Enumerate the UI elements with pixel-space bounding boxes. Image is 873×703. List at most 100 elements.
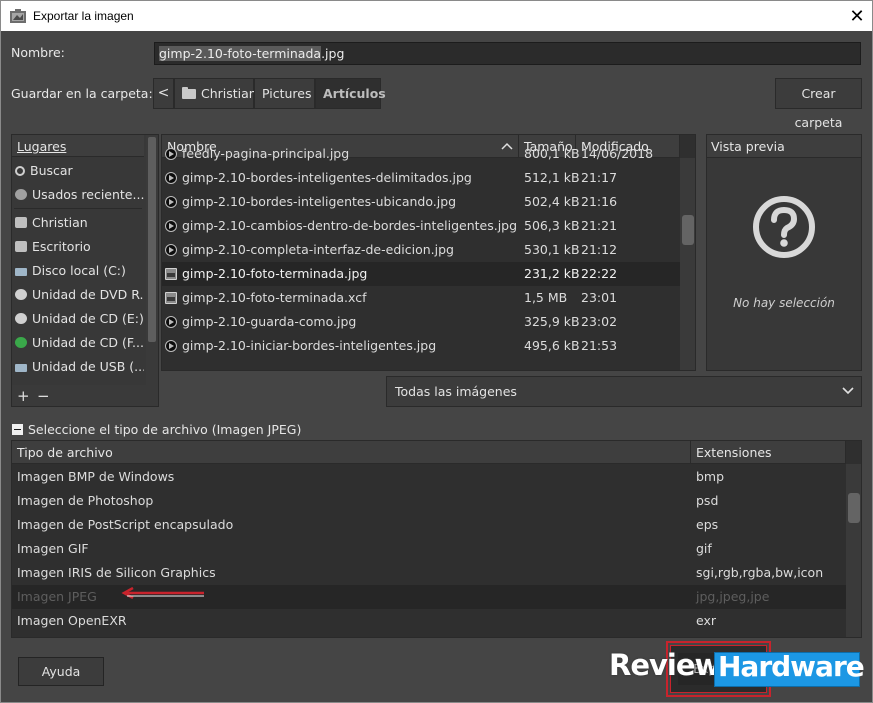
file-list: Nombre Tamaño Modificado feedly-pagina-p…	[161, 134, 696, 371]
file-type-row[interactable]: Imagen IRIS de Silicon Graphics sgi,rgb,r…	[12, 561, 846, 585]
file-type-extensions: bmp	[696, 469, 725, 484]
chevron-left-icon: <	[157, 85, 170, 101]
file-type-expander-label: Seleccione el tipo de archivo (Imagen JP…	[28, 422, 302, 437]
filename-extension: .jpg	[321, 46, 345, 61]
file-row[interactable]: gimp-2.10-completa-interfaz-de-edicion.j…	[162, 238, 680, 262]
file-row[interactable]: feedly-pagina-principal.jpg 800,1 kB 14/06…	[162, 142, 680, 166]
types-scrollbar-thumb[interactable]	[848, 493, 860, 523]
files-scrollbar[interactable]	[680, 158, 695, 370]
places-scrollbar-thumb[interactable]	[148, 137, 156, 342]
disc-icon	[15, 289, 27, 300]
path-crumb-articulos[interactable]: Artículos	[315, 78, 386, 109]
image-file-icon	[165, 196, 177, 208]
file-type-extensions: psd	[696, 493, 719, 508]
question-icon	[753, 196, 815, 258]
column-header-label: Extensiones	[696, 445, 772, 460]
folder-label: Guardar en la carpeta:	[11, 86, 153, 101]
hard-drive-icon	[15, 268, 27, 276]
places-footer	[12, 385, 158, 406]
place-search[interactable]: Buscar	[12, 158, 144, 182]
window-title: Exportar la imagen	[33, 9, 134, 23]
file-type-extensions: eps	[696, 517, 719, 532]
file-size: 502,4 kB	[524, 194, 580, 209]
column-header-label: Tipo de archivo	[17, 445, 113, 460]
places-header[interactable]: Lugares	[12, 135, 144, 157]
image-file-icon	[165, 148, 177, 160]
image-file-icon	[165, 340, 177, 352]
place-disk-c[interactable]: Disco local (C:)	[12, 258, 144, 282]
gimp-image-icon	[165, 268, 177, 280]
file-type-name: Imagen GIF	[17, 541, 89, 556]
column-header-extensions[interactable]: Extensiones	[691, 441, 846, 464]
path-crumb-christian[interactable]: Christian	[174, 78, 257, 109]
path-crumb-label: Christian	[201, 86, 257, 101]
file-size: 800,1 kB	[524, 146, 580, 161]
file-type-name: Imagen OpenEXR	[17, 613, 127, 628]
place-label: Buscar	[30, 163, 73, 178]
add-bookmark-icon[interactable]: +	[17, 387, 30, 405]
places-panel: Lugares Buscar Usados reciente... Christ…	[11, 134, 159, 407]
create-folder-button[interactable]: Crear carpeta	[775, 78, 862, 130]
file-type-row[interactable]: Imagen de PostScript encapsulado eps	[12, 513, 846, 537]
file-type-name: Imagen JPEG	[17, 589, 97, 604]
place-cd-e[interactable]: Unidad de CD (E:)	[12, 306, 144, 330]
file-size: 530,1 kB	[524, 242, 580, 257]
gimp-image-icon	[165, 292, 177, 304]
files-scrollbar-thumb[interactable]	[682, 215, 694, 245]
place-label: Unidad de USB (...	[32, 359, 144, 374]
place-desktop[interactable]: Escritorio	[12, 234, 144, 258]
file-type-row[interactable]: Imagen OpenEXR exr	[12, 609, 846, 633]
file-type-row[interactable]: Imagen de Photoshop psd	[12, 489, 846, 513]
file-row[interactable]: gimp-2.10-foto-terminada.xcf 1,5 MB 23:01	[162, 286, 680, 310]
file-row[interactable]: gimp-2.10-cambios-dentro-de-bordes-intel…	[162, 214, 680, 238]
file-modified: 21:21	[581, 218, 618, 233]
file-type-row[interactable]: Imagen BMP de Windows bmp	[12, 465, 846, 489]
place-christian[interactable]: Christian	[12, 210, 144, 234]
file-size: 325,9 kB	[524, 314, 580, 329]
file-modified: 22:22	[581, 266, 618, 281]
file-size: 512,1 kB	[524, 170, 580, 185]
place-dvd[interactable]: Unidad de DVD R...	[12, 282, 144, 306]
types-scrollbar[interactable]	[846, 464, 861, 637]
file-row[interactable]: gimp-2.10-iniciar-bordes-inteligentes.jp…	[162, 334, 680, 358]
help-button[interactable]: Ayuda	[18, 657, 104, 686]
file-name: gimp-2.10-completa-interfaz-de-edicion.j…	[182, 242, 454, 257]
file-size: 1,5 MB	[524, 290, 568, 305]
close-icon[interactable]: ✕	[841, 3, 873, 30]
place-label: Disco local (C:)	[32, 263, 126, 278]
remove-bookmark-icon[interactable]: −	[37, 387, 50, 405]
file-type-expander[interactable]: Seleccione el tipo de archivo (Imagen JP…	[12, 422, 301, 437]
file-modified: 21:12	[581, 242, 618, 257]
watermark-hardware: Hardware	[718, 650, 865, 683]
folder-icon	[182, 87, 196, 99]
column-header-file-type[interactable]: Tipo de archivo	[12, 441, 691, 464]
file-row[interactable]: gimp-2.10-bordes-inteligentes-delimitado…	[162, 166, 680, 190]
place-recent[interactable]: Usados reciente...	[12, 182, 144, 206]
file-type-extensions: gif	[696, 541, 712, 556]
file-name: gimp-2.10-iniciar-bordes-inteligentes.jp…	[182, 338, 437, 353]
preview-panel: Vista previa No hay selección	[706, 134, 862, 371]
file-filter-dropdown[interactable]: Todas las imágenes	[386, 376, 862, 407]
file-name: gimp-2.10-bordes-inteligentes-delimitado…	[182, 170, 472, 185]
place-usb[interactable]: Unidad de USB (...	[12, 354, 144, 378]
clock-icon	[15, 189, 27, 200]
path-back-button[interactable]: <	[153, 78, 174, 109]
file-row[interactable]: gimp-2.10-foto-terminada.jpg 231,2 kB 22:2…	[162, 262, 680, 286]
filename-input[interactable]: gimp-2.10-foto-terminada.jpg	[154, 42, 861, 65]
file-row[interactable]: gimp-2.10-guarda-como.jpg 325,9 kB 23:02	[162, 310, 680, 334]
name-label: Nombre:	[11, 45, 65, 60]
no-selection-text: No hay selección	[733, 296, 835, 310]
place-label: Usados reciente...	[32, 187, 144, 202]
file-size: 506,3 kB	[524, 218, 580, 233]
file-name: feedly-pagina-principal.jpg	[182, 146, 350, 161]
place-cd-f[interactable]: Unidad de CD (F...	[12, 330, 144, 354]
place-label: Unidad de CD (F...	[32, 335, 144, 350]
watermark-review: Review	[609, 648, 721, 682]
file-modified: 23:02	[581, 314, 618, 329]
path-crumb-pictures[interactable]: Pictures	[254, 78, 315, 109]
file-size: 495,6 kB	[524, 338, 580, 353]
file-row[interactable]: gimp-2.10-bordes-inteligentes-ubicando.j…	[162, 190, 680, 214]
file-type-name: Imagen de PostScript encapsulado	[17, 517, 234, 532]
file-name: gimp-2.10-bordes-inteligentes-ubicando.j…	[182, 194, 457, 209]
file-type-row[interactable]: Imagen GIF gif	[12, 537, 846, 561]
